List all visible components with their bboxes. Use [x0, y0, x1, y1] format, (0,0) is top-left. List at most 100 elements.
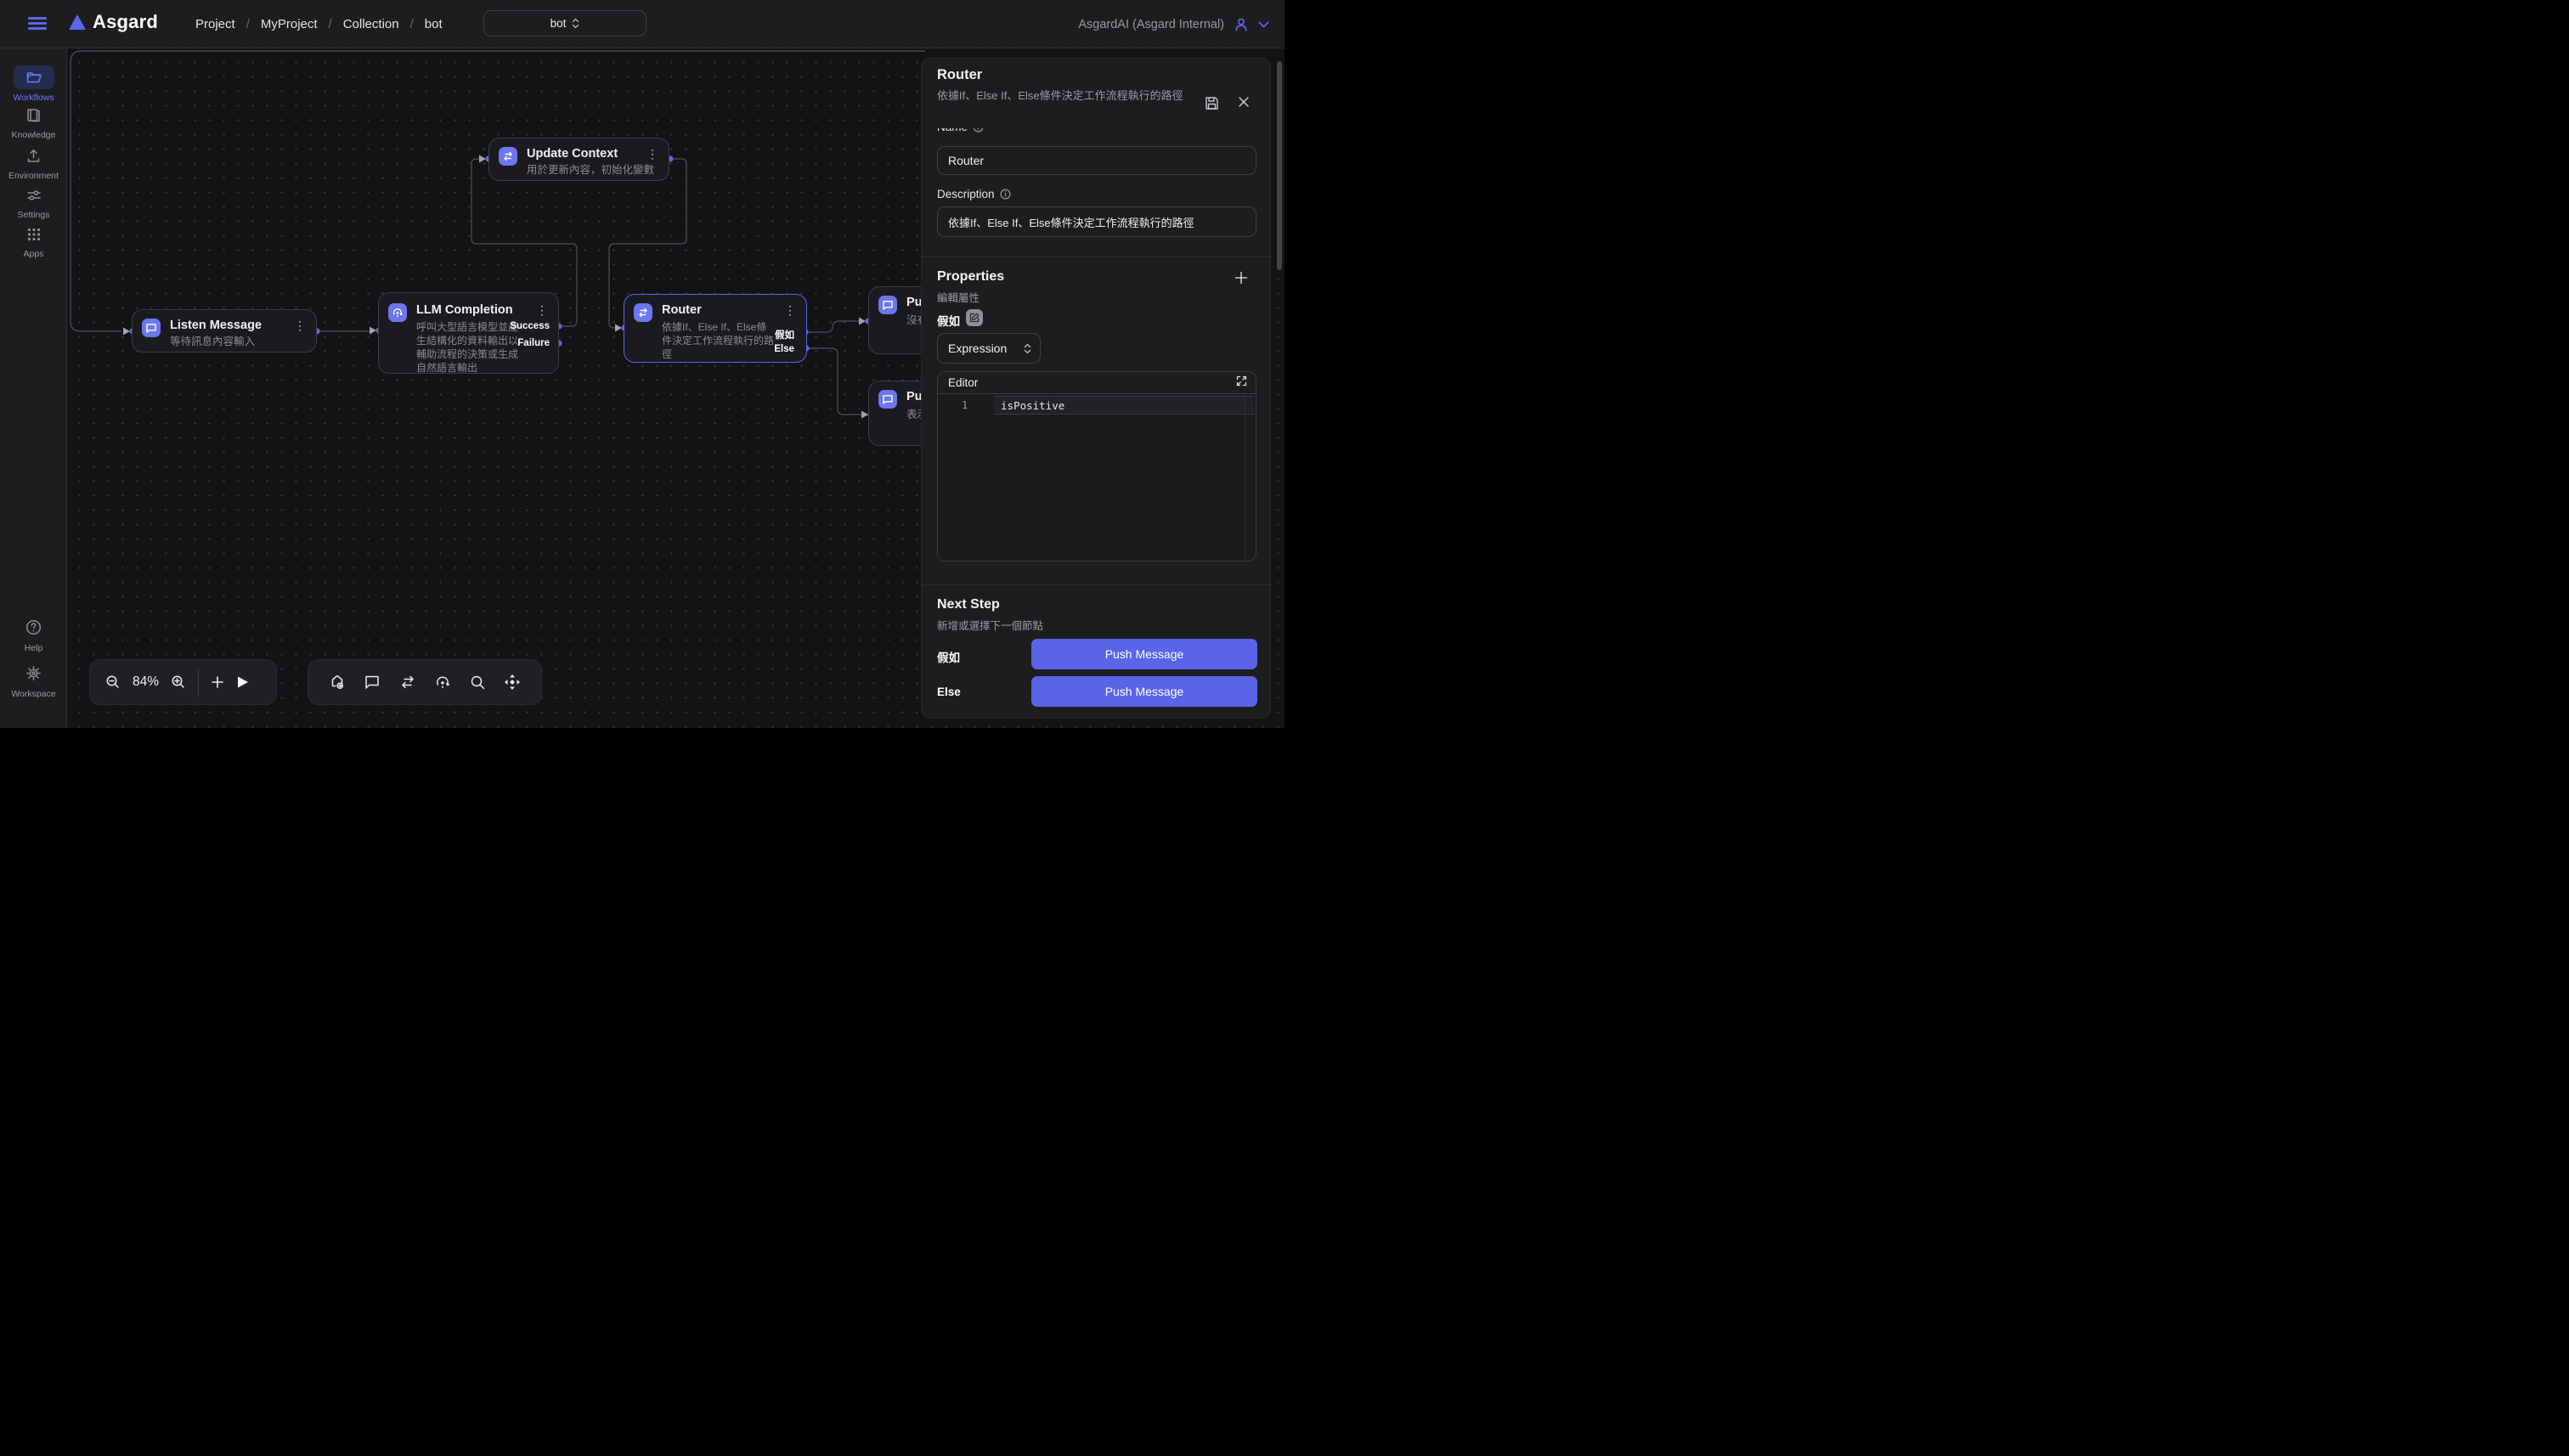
sidebar-item-apps[interactable]: Apps: [0, 228, 67, 259]
user-icon: [1234, 17, 1249, 32]
node-update-context[interactable]: Update Context 用於更新內容，初始化變數 ⋮: [488, 138, 669, 181]
breadcrumb-myproject[interactable]: MyProject: [261, 17, 318, 31]
name-input[interactable]: [937, 146, 1256, 175]
zoom-level: 84%: [133, 674, 159, 690]
arrow-update-in: [479, 155, 486, 163]
properties-title: Properties: [937, 269, 1004, 285]
breadcrumb-separator: /: [410, 17, 414, 31]
name-label: Name: [937, 128, 968, 133]
zoom-out-button[interactable]: [105, 674, 121, 690]
swap-arrows-icon[interactable]: [399, 674, 416, 691]
properties-subtitle: 編輯屬性: [937, 289, 980, 305]
help-circle-icon: [25, 619, 42, 635]
info-icon: [973, 128, 984, 133]
property-name-label: 假如: [937, 312, 960, 329]
toolbar-divider: [198, 668, 199, 697]
node-description: 呼叫大型語言模型並產生結構化的資料輸出以輔助流程的決策或生成自然語言輸出: [416, 320, 522, 375]
expand-icon[interactable]: [1236, 375, 1247, 391]
app-header: Asgard Project / MyProject / Collection …: [0, 0, 1284, 48]
breadcrumb-separator: /: [246, 17, 250, 31]
llm-refresh-icon: [388, 303, 407, 322]
breadcrumb-collection[interactable]: Collection: [343, 17, 399, 31]
code-area[interactable]: 1 isPositive: [938, 394, 1256, 562]
next-step-button-else[interactable]: Push Message: [1031, 676, 1257, 707]
output-label-else: Else: [774, 344, 794, 354]
apps-grid-icon: [27, 228, 41, 241]
breadcrumb-separator: /: [329, 17, 332, 31]
llm-node-icon[interactable]: [434, 674, 451, 691]
upload-icon: [26, 149, 41, 163]
window-scrollbar[interactable]: [1277, 61, 1282, 270]
chat-bubble-icon: [878, 390, 897, 409]
sidebar-item-knowledge[interactable]: Knowledge: [0, 108, 67, 140]
breadcrumb: Project / MyProject / Collection / bot: [195, 0, 443, 48]
editor-header: Editor: [938, 372, 1256, 394]
add-property-icon[interactable]: [1234, 271, 1248, 289]
kebab-menu-icon[interactable]: ⋮: [536, 303, 548, 318]
kebab-menu-icon[interactable]: ⋮: [784, 303, 796, 318]
chat-bubble-icon: [142, 319, 161, 337]
workflow-select[interactable]: bot: [483, 10, 646, 37]
gear-icon: [25, 665, 42, 681]
node-listen-message[interactable]: Listen Message 等待訊息內容輸入 ⋮: [132, 309, 317, 353]
expression-editor: Editor 1 isPositive: [937, 371, 1256, 562]
description-field-label: Description: [937, 188, 1011, 200]
arrow-llm-in: [370, 327, 376, 335]
asgard-app: Listen Message 等待訊息內容輸入 ⋮ LLM Completion…: [0, 0, 1284, 728]
section-divider: [922, 584, 1272, 585]
node-router[interactable]: Router 依據If、Else If、Else條件決定工作流程執行的路徑 ⋮ …: [624, 294, 807, 363]
edit-property-button[interactable]: [966, 309, 983, 326]
description-input[interactable]: [937, 206, 1256, 237]
next-step-subtitle: 新增或選擇下一個節點: [937, 617, 1043, 633]
sidebar-item-settings[interactable]: Settings: [0, 189, 67, 220]
node-config-panel: Router 依據If、Else If、Else條件決定工作流程執行的路徑 Na…: [921, 58, 1271, 719]
move-navigate-icon[interactable]: [504, 674, 521, 691]
logo[interactable]: Asgard: [69, 11, 158, 33]
editor-title: Editor: [948, 376, 978, 389]
sidebar-item-help[interactable]: Help: [0, 619, 67, 653]
menu-icon[interactable]: [28, 17, 47, 30]
close-icon[interactable]: [1238, 96, 1250, 112]
add-button[interactable]: [211, 675, 224, 689]
arrow-router-in: [615, 324, 622, 332]
folder-icon: [14, 65, 54, 89]
search-icon[interactable]: [470, 674, 486, 691]
node-llm-completion[interactable]: LLM Completion 呼叫大型語言模型並產生結構化的資料輸出以輔助流程的…: [378, 292, 559, 374]
message-icon[interactable]: [364, 674, 381, 691]
output-label-success: Success: [510, 321, 550, 331]
workflow-select-value: bot: [550, 17, 567, 30]
next-step-label-if: 假如: [937, 648, 960, 665]
chat-bubble-icon: [878, 296, 897, 314]
account-menu[interactable]: AsgardAI (Asgard Internal): [1078, 0, 1269, 48]
run-button[interactable]: [236, 675, 249, 689]
breadcrumb-bot[interactable]: bot: [425, 17, 443, 31]
sidebar-item-label: Settings: [0, 210, 67, 220]
notification-add-icon[interactable]: [329, 674, 346, 691]
node-description: 等待訊息內容輸入: [170, 335, 255, 348]
sidebar-item-environment[interactable]: Environment: [0, 149, 67, 181]
name-field-label-clipped: Name: [937, 128, 984, 136]
updown-chevron-icon: [572, 18, 579, 29]
kebab-menu-icon[interactable]: ⋮: [294, 319, 306, 333]
section-divider: [922, 256, 1272, 257]
sidebar-item-workflows[interactable]: Workflows: [0, 65, 67, 103]
description-label: Description: [937, 188, 995, 200]
panel-description: 依據If、Else If、Else條件決定工作流程執行的路徑: [937, 87, 1207, 104]
save-icon[interactable]: [1205, 96, 1219, 115]
zoom-in-button[interactable]: [171, 674, 186, 690]
sidebar-nav: Workflows Knowledge Environment Settings…: [0, 48, 67, 728]
node-title: Update Context: [527, 147, 618, 161]
node-description: 用於更新內容，初始化變數: [527, 163, 654, 177]
next-step-button-if[interactable]: Push Message: [1031, 639, 1257, 669]
swap-arrows-icon: [634, 303, 652, 322]
breadcrumb-project[interactable]: Project: [195, 17, 235, 31]
chevron-down-icon: [1258, 21, 1269, 28]
sliders-icon: [26, 189, 42, 202]
swap-arrows-icon: [499, 147, 517, 166]
zoom-toolbar: 84%: [89, 659, 277, 705]
edge-else-to-pushbottom: [806, 348, 865, 415]
panel-title: Router: [937, 67, 982, 83]
sidebar-item-workspace[interactable]: Workspace: [0, 665, 67, 699]
kebab-menu-icon[interactable]: ⋮: [646, 147, 658, 161]
property-type-select[interactable]: Expression: [937, 333, 1041, 364]
